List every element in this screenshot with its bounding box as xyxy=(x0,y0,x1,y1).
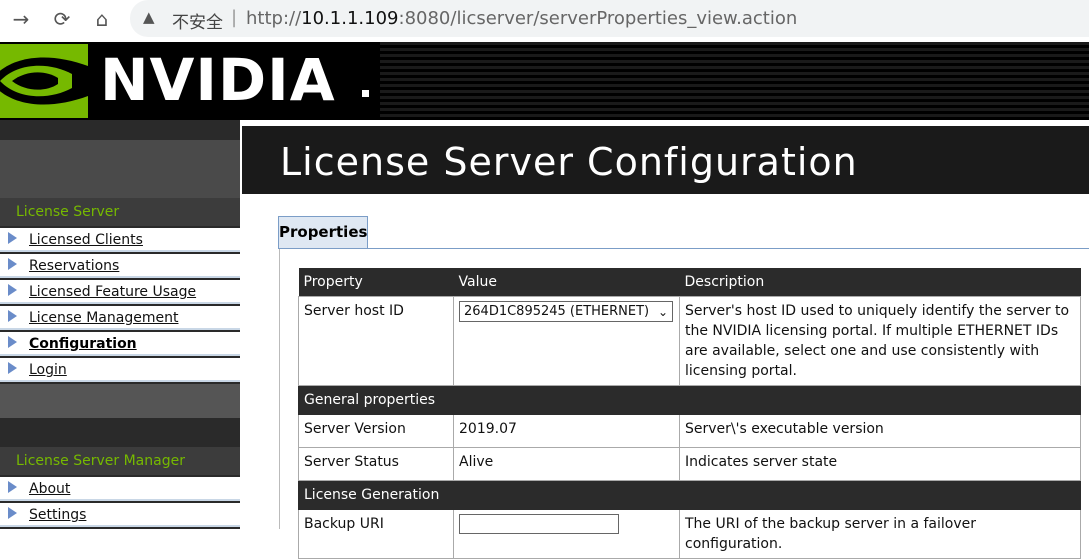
column-header: Description xyxy=(679,268,1081,297)
sidebar-top-block xyxy=(0,140,240,198)
column-header: Value xyxy=(453,268,680,297)
property-value: 264D1C895245 (ETHERNET) ⌄ xyxy=(453,296,680,386)
logo-dot xyxy=(362,90,369,97)
host-id-select[interactable]: 264D1C895245 (ETHERNET) ⌄ xyxy=(459,301,673,322)
column-header: Property xyxy=(298,268,454,297)
nvidia-eye-logo-icon xyxy=(0,44,88,118)
property-value xyxy=(453,509,680,559)
sidebar-item-licensed-feature-usage[interactable]: Licensed Feature Usage xyxy=(0,280,240,304)
section-row: General properties xyxy=(298,385,1081,415)
sidebar-item-label[interactable]: Login xyxy=(29,359,67,381)
properties-table: Property Value Description Server host I… xyxy=(298,268,1081,559)
sidebar-item-label[interactable]: Configuration xyxy=(29,333,137,355)
table-row: Server Status Alive Indicates server sta… xyxy=(298,447,1081,481)
section-title: General properties xyxy=(298,385,1081,415)
table-header-row: Property Value Description xyxy=(298,268,1081,297)
forward-icon[interactable]: → xyxy=(8,7,34,31)
section-title: License Generation xyxy=(298,480,1081,510)
property-description: Indicates server state xyxy=(679,447,1081,481)
sidebar-item-label[interactable]: About xyxy=(29,478,70,500)
property-name: Server Status xyxy=(298,447,454,481)
arrow-right-icon xyxy=(8,507,17,519)
sidebar-section-title: License Server Manager xyxy=(0,447,240,475)
nvidia-logo-text: NVIDIA xyxy=(100,46,336,114)
sidebar-item-label[interactable]: Licensed Feature Usage xyxy=(29,281,196,303)
sidebar-section-title: License Server xyxy=(0,198,240,226)
sidebar-item-configuration[interactable]: Configuration xyxy=(0,332,240,356)
sidebar-item-label[interactable]: Reservations xyxy=(29,255,119,277)
property-name: Server Version xyxy=(298,414,454,448)
url-separator: | xyxy=(231,7,238,28)
page-title-bar: License Server Configuration xyxy=(242,126,1089,194)
home-icon[interactable]: ⌂ xyxy=(89,7,115,31)
arrow-right-icon xyxy=(8,232,17,244)
property-description: Server's host ID used to uniquely identi… xyxy=(679,296,1081,386)
insecure-label[interactable]: 不安全 xyxy=(172,8,223,33)
property-value: Alive xyxy=(453,447,680,481)
property-value: 2019.07 xyxy=(453,414,680,448)
sidebar-item-label[interactable]: Settings xyxy=(29,504,86,526)
sidebar-item-licensed-clients[interactable]: Licensed Clients xyxy=(0,228,240,252)
property-description: Server\'s executable version xyxy=(679,414,1081,448)
backup-uri-input[interactable] xyxy=(459,514,619,534)
sidebar-item-reservations[interactable]: Reservations xyxy=(0,254,240,278)
arrow-right-icon xyxy=(8,481,17,493)
property-name: Backup URI xyxy=(298,509,454,559)
sidebar-item-license-management[interactable]: License Management xyxy=(0,306,240,330)
browser-toolbar: → ⟳ ⌂ ▲ 不安全 | http://10.1.1.109:8080/lic… xyxy=(0,0,1089,40)
sidebar-item-login[interactable]: Login xyxy=(0,358,240,382)
host-id-selected-value: 264D1C895245 (ETHERNET) xyxy=(464,304,650,319)
sidebar-item-settings[interactable]: Settings xyxy=(0,503,240,527)
sidebar-divider xyxy=(0,384,240,418)
url-text[interactable]: http://10.1.1.109:8080/licserver/serverP… xyxy=(246,8,797,29)
property-description: The URI of the backup server in a failov… xyxy=(679,509,1081,559)
table-row: Server Version 2019.07 Server\'s executa… xyxy=(298,414,1081,448)
property-name: Server host ID xyxy=(298,296,454,386)
arrow-right-icon xyxy=(8,258,17,270)
arrow-right-icon xyxy=(8,284,17,296)
page-title: License Server Configuration xyxy=(280,140,858,184)
site-header: NVIDIA xyxy=(0,42,1089,120)
warning-icon[interactable]: ▲ xyxy=(143,8,155,26)
sidebar: License Server Licensed Clients Reservat… xyxy=(0,120,240,529)
sidebar-item-label[interactable]: License Management xyxy=(29,307,178,329)
sidebar-item-label[interactable]: Licensed Clients xyxy=(29,229,143,251)
tab-properties[interactable]: Properties xyxy=(278,216,368,248)
reload-icon[interactable]: ⟳ xyxy=(49,7,75,31)
chevron-down-icon: ⌄ xyxy=(657,305,668,319)
section-row: License Generation xyxy=(298,480,1081,510)
table-row: Server host ID 264D1C895245 (ETHERNET) ⌄ … xyxy=(298,296,1081,386)
arrow-right-icon xyxy=(8,362,17,374)
arrow-right-icon xyxy=(8,336,17,348)
table-row: Backup URI The URI of the backup server … xyxy=(298,509,1081,559)
sidebar-item-about[interactable]: About xyxy=(0,477,240,501)
arrow-right-icon xyxy=(8,310,17,322)
